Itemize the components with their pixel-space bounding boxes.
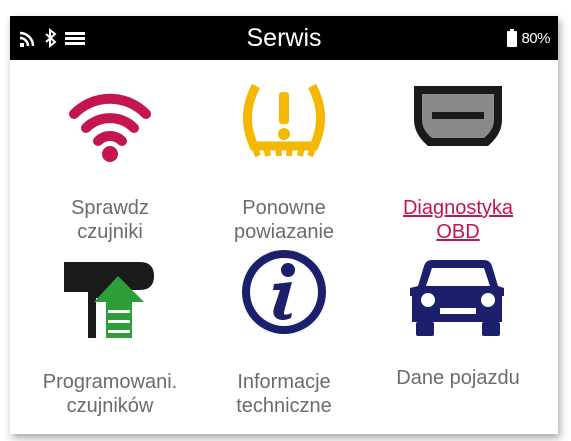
tire-pressure-warning-icon <box>242 83 326 158</box>
car-icon <box>410 260 504 336</box>
page-title: Serwis <box>246 24 322 52</box>
wifi-sensor-icon <box>69 93 151 162</box>
program-sensors-label: Programowani. czujników <box>42 371 178 417</box>
program-sensors-button[interactable]: Programowani. czujników <box>20 244 200 424</box>
technical-info-label: Informacje techniczne <box>236 371 332 417</box>
battery-icon <box>507 29 518 47</box>
battery-percent: 80% <box>521 29 550 47</box>
obd-connector-icon <box>414 86 502 146</box>
obd-diagnostics-button[interactable]: Diagnostyka OBD <box>368 68 548 248</box>
app-screen: Serwis 80% Sprawdz czujniki Ponowne powi… <box>10 16 558 434</box>
sensor-program-icon <box>64 262 154 338</box>
check-sensors-button[interactable]: Sprawdz czujniki <box>20 68 200 248</box>
vehicle-data-label: Dane pojazdu <box>396 367 520 389</box>
relearn-label: Ponowne powiazanie <box>233 197 335 243</box>
vehicle-data-button[interactable]: Dane pojazdu <box>368 244 548 424</box>
technical-info-button[interactable]: Informacje techniczne <box>194 244 374 424</box>
check-sensors-label: Sprawdz czujniki <box>71 197 149 243</box>
relearn-button[interactable]: Ponowne powiazanie <box>194 68 374 248</box>
status-bar: Serwis 80% <box>10 16 558 60</box>
info-icon <box>242 250 326 334</box>
battery-status: 80% <box>506 16 550 60</box>
obd-diagnostics-label[interactable]: Diagnostyka OBD <box>368 196 548 244</box>
